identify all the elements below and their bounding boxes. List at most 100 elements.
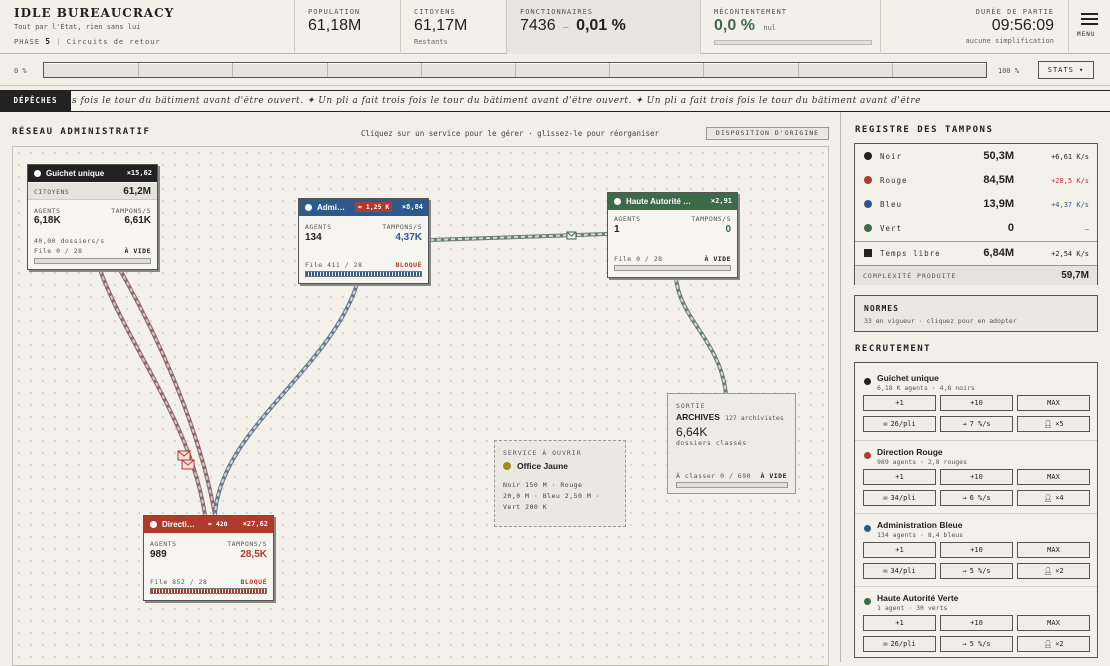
jaune-dot-icon — [503, 462, 511, 470]
recrutement-item-sub: 6,18 K agents · 4,8 noirs — [877, 384, 975, 392]
node-direction-tampons-value: 28,5K — [240, 549, 267, 560]
node-direction-queue-bar — [150, 588, 267, 594]
upgrade-pli-label: 34/pli — [890, 567, 916, 575]
upgrade-pli-button[interactable]: ✉ 34/pli — [863, 490, 936, 506]
upgrade-multiplier-button[interactable]: 👤︎ ×4 — [1017, 490, 1090, 506]
node-guichet-unique[interactable]: Guichet unique ×15,62 CITOYENS 61,2M AGE… — [27, 164, 158, 270]
node-haute-tampons-value: 0 — [725, 224, 731, 235]
upgrade-pli-label: 34/pli — [890, 494, 916, 502]
ticker-label: DÉPÊCHES — [0, 91, 71, 111]
archives-value: 6,64K — [676, 425, 708, 439]
registre-row-name: Rouge — [880, 176, 908, 185]
upgrade-pli-button[interactable]: ✉ 34/pli — [863, 563, 936, 579]
recruit-max-button[interactable]: MAX — [1017, 395, 1090, 411]
recrutement-item-sub: 1 agent · 30 verts — [877, 604, 948, 612]
registre-row-rate: +6,61 K/s — [1051, 153, 1089, 161]
recruit-max-button[interactable]: MAX — [1017, 615, 1090, 631]
progress-row: 0 % 100 % STATS ▾ — [0, 56, 1110, 86]
node-haute-header: Haute Autorité … ×2,91 — [608, 193, 737, 210]
upgrade-pli-button[interactable]: ✉ 26/pli — [863, 416, 936, 432]
registre-title: REGISTRE DES TAMPONS — [855, 125, 994, 135]
network-title: RÉSEAU ADMINISTRATIF — [12, 127, 151, 137]
color-dot-icon — [864, 378, 871, 385]
network-hint: Cliquez sur un service pour le gérer · g… — [361, 129, 660, 138]
recruit-plus-1-button[interactable]: +1 — [863, 542, 936, 558]
stats-dropdown[interactable]: STATS ▾ — [1038, 61, 1094, 79]
normes-card[interactable]: NORMES 33 en vigueur · cliquez pour en a… — [854, 295, 1098, 332]
recruit-plus-1-button[interactable]: +1 — [863, 615, 936, 631]
recruit-plus-10-button[interactable]: +10 — [940, 615, 1013, 631]
upgrade-speed-button[interactable]: → 5 %/s — [940, 563, 1013, 579]
node-direction-file: File 852 / 28 — [150, 578, 208, 586]
node-dot-icon — [150, 521, 157, 528]
progress-ticks — [44, 63, 986, 77]
recruit-max-button[interactable]: MAX — [1017, 469, 1090, 485]
node-archives-sortie[interactable]: SORTIE ARCHIVES 127 archivistes 6,64K do… — [667, 393, 796, 494]
upgrade-pli-button[interactable]: ✉ 26/pli — [863, 636, 936, 652]
duree-value: 09:56:09 — [991, 17, 1054, 34]
progress-tick — [232, 63, 234, 77]
recruit-plus-1-button[interactable]: +1 — [863, 395, 936, 411]
ticker-text: s fois le tour du bâtiment avant d'être … — [72, 96, 921, 106]
registre-row-rate: – — [1084, 225, 1089, 233]
node-haute-status: À VIDE — [704, 255, 731, 263]
node-direction-status: BLOQUÉ — [240, 578, 267, 586]
registre-row: Temps libre 6,84M +2,54 K/s — [855, 241, 1097, 264]
upgrade-speed-button[interactable]: → 6 %/s — [940, 490, 1013, 506]
service-a-ouvrir[interactable]: SERVICE À OUVRIR Office Jaune Noir 150 M… — [494, 440, 626, 527]
node-dot-icon — [614, 198, 621, 205]
recruit-plus-10-button[interactable]: +10 — [940, 395, 1013, 411]
node-direction-rouge[interactable]: Directi… ≈ 420 ×27,62 AGENTS TAMPONS/S 9… — [143, 515, 274, 601]
color-dot-icon — [864, 176, 872, 184]
upgrade-multiplier-label: ×2 — [1055, 640, 1064, 648]
archives-sub: dossiers classés — [676, 439, 747, 447]
upgrade-speed-button[interactable]: → 5 %/s — [940, 636, 1013, 652]
progress-tick — [138, 63, 140, 77]
stat-duree: DURÉE DE PARTIE 09:56:09 aucune simplifi… — [880, 0, 1068, 54]
news-ticker: DÉPÊCHES s fois le tour du bâtiment avan… — [0, 90, 1110, 112]
progress-tick — [891, 63, 893, 77]
registre-row-rate: +4,37 K/s — [1051, 201, 1089, 209]
archives-status: À VIDE — [760, 472, 787, 480]
recrutement-item-sub: 989 agents · 2,8 rouges — [877, 458, 968, 466]
upgrade-multiplier-button[interactable]: 👤︎ ×5 — [1017, 416, 1090, 432]
population-value: 61,18M — [308, 17, 362, 34]
node-guichet-agents-value: 6,18K — [34, 215, 61, 226]
recruit-plus-1-button[interactable]: +1 — [863, 469, 936, 485]
registre-row-value: 6,84M — [983, 247, 1014, 259]
recrutement-title: RECRUTEMENT — [855, 344, 932, 354]
upgrade-multiplier-button[interactable]: 👤︎ ×2 — [1017, 636, 1090, 652]
progress-tick — [515, 63, 516, 77]
registre-table: Noir 50,3M +6,61 K/s Rouge 84,5M +28,5 K… — [854, 143, 1098, 285]
node-guichet-citizens-value: 61,2M — [123, 186, 151, 197]
node-administration-bleue[interactable]: Admi… ≈ 1,25 K ×8,84 AGENTS TAMPONS/S 13… — [298, 198, 429, 284]
fonctionnaires-pct: 0,01 % — [576, 17, 626, 34]
color-dot-icon — [864, 200, 872, 208]
registre-row: Rouge 84,5M +28,5 K/s — [855, 169, 1097, 192]
upgrade-speed-button[interactable]: → 7 %/s — [940, 416, 1013, 432]
upgrade-multiplier-button[interactable]: 👤︎ ×2 — [1017, 563, 1090, 579]
registre-row-name: Temps libre — [880, 249, 941, 258]
node-admin-tampons-value: 4,37K — [395, 232, 422, 243]
recrutement-item: Direction Rouge 989 agents · 2,8 rouges … — [855, 440, 1097, 512]
node-admin-mult: ×8,84 — [401, 203, 423, 211]
recruit-plus-10-button[interactable]: +10 — [940, 469, 1013, 485]
phase-label: PHASE — [14, 38, 41, 46]
recrutement-list: Guichet unique 6,18 K agents · 4,8 noirs… — [854, 362, 1098, 658]
recrutement-item-sub: 134 agents · 8,4 bleus — [877, 531, 964, 539]
menu-button[interactable]: MENU — [1068, 0, 1110, 54]
recruit-max-button[interactable]: MAX — [1017, 542, 1090, 558]
arrow-right-icon: → — [962, 420, 967, 428]
upgrade-speed-label: 5 %/s — [969, 640, 991, 648]
upgrade-pli-label: 26/pli — [890, 640, 916, 648]
progress-tick — [326, 63, 328, 77]
progress-tick — [797, 63, 799, 77]
phase-indicator: PHASE 5 | Circuits de retour — [14, 37, 161, 46]
node-haute-autorite-verte[interactable]: Haute Autorité … ×2,91 AGENTS TAMPONS/S … — [607, 192, 738, 278]
ouvrir-cost-line-2: 20,0 M · Bleu 2,50 M · — [503, 492, 601, 500]
reset-layout-button[interactable]: DISPOSITION D'ORIGINE — [706, 127, 829, 140]
recruit-plus-10-button[interactable]: +10 — [940, 542, 1013, 558]
recrutement-item-name: Administration Bleue — [877, 520, 963, 530]
node-guichet-status: À VIDE — [124, 247, 151, 255]
node-haute-agents-value: 1 — [614, 224, 620, 235]
